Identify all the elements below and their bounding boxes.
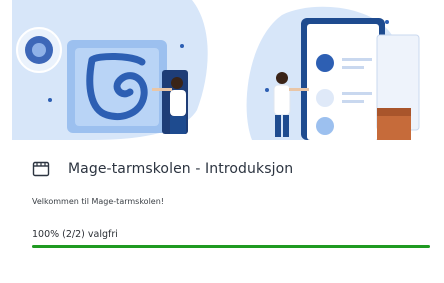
course-description: Velkommen til Mage-tarmskolen! [32,197,164,206]
course-title-row[interactable]: Mage-tarmskolen - Introduksjon [32,158,293,180]
progress-label: 100% (2/2) valgfri [32,229,118,240]
course-card[interactable]: Mage-tarmskolen - Introduksjon Velkommen… [12,0,444,283]
progress-bar [32,245,430,248]
course-banner-illustration [12,0,444,140]
course-module-icon [32,160,50,178]
progress-bar-fill [32,245,430,248]
course-title-link[interactable]: Mage-tarmskolen - Introduksjon [68,161,293,177]
